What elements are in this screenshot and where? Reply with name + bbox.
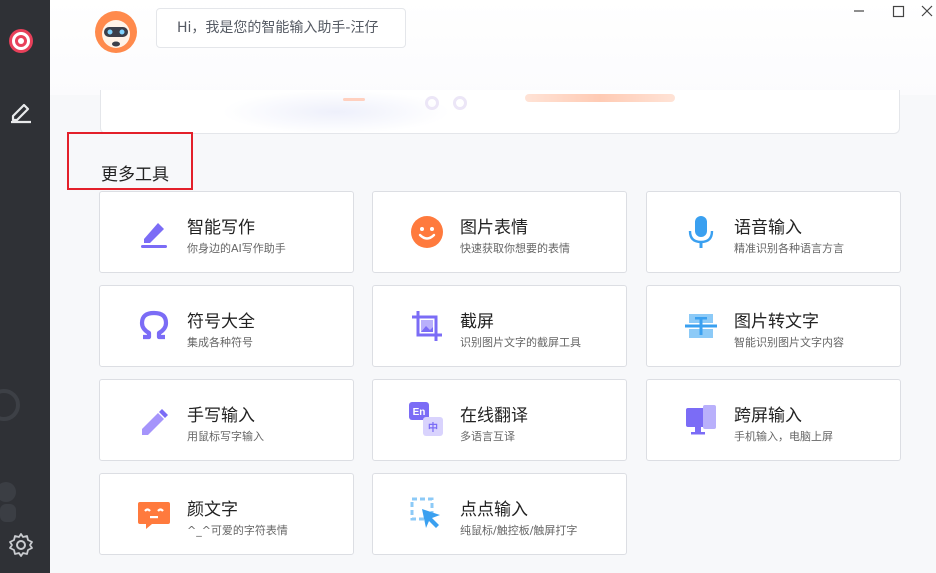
tool-title: 截屏 bbox=[460, 312, 494, 332]
tool-description: ^_^可爱的字符表情 bbox=[187, 524, 288, 537]
tool-card-voice-input[interactable]: 语音输入 精准识别各种语言方言 bbox=[646, 191, 901, 273]
mascot-avatar-icon[interactable] bbox=[94, 10, 138, 54]
emoticon-chat-icon bbox=[138, 502, 170, 529]
cross-screen-icon bbox=[686, 405, 716, 435]
greeting-bubble: Hi，我是您的智能输入助手-汪仔 bbox=[156, 8, 406, 48]
tool-description: 纯鼠标/触控板/触屏打字 bbox=[460, 524, 578, 537]
tool-description: 识别图片文字的截屏工具 bbox=[460, 336, 581, 349]
settings-gear-icon[interactable] bbox=[7, 531, 35, 559]
tool-description: 手机输入，电脑上屏 bbox=[734, 430, 833, 443]
banner-ring bbox=[425, 96, 439, 110]
tool-description: 用鼠标写字输入 bbox=[187, 430, 264, 443]
tool-description: 精准识别各种语言方言 bbox=[734, 242, 844, 255]
app-sidebar bbox=[0, 0, 50, 573]
tool-title: 手写输入 bbox=[187, 406, 255, 426]
tools-panel: Hi，我是您的智能输入助手-汪仔 更多工具 智能写作 你身边的AI写作助手 图片… bbox=[50, 0, 936, 573]
omega-symbol-icon bbox=[139, 310, 169, 340]
tool-description: 智能识别图片文字内容 bbox=[734, 336, 844, 349]
tool-card-image-emoji[interactable]: 图片表情 快速获取你想要的表情 bbox=[372, 191, 627, 273]
minimize-icon[interactable] bbox=[842, 0, 876, 22]
header-bar: Hi，我是您的智能输入助手-汪仔 bbox=[50, 0, 936, 95]
tool-title: 符号大全 bbox=[187, 312, 255, 332]
tool-title: 语音输入 bbox=[734, 218, 802, 238]
section-header-highlight: 更多工具 bbox=[67, 132, 193, 190]
sogou-logo-icon[interactable] bbox=[7, 27, 35, 55]
tool-description: 集成各种符号 bbox=[187, 336, 253, 349]
pen-write-icon bbox=[141, 223, 167, 248]
tool-card-smart-writing[interactable]: 智能写作 你身边的AI写作助手 bbox=[99, 191, 354, 273]
tool-card-cross-screen[interactable]: 跨屏输入 手机输入，电脑上屏 bbox=[646, 379, 901, 461]
tool-card-handwriting[interactable]: 手写输入 用鼠标写字输入 bbox=[99, 379, 354, 461]
tool-title: 在线翻译 bbox=[460, 406, 528, 426]
smiley-face-icon bbox=[411, 216, 443, 248]
banner-glow bbox=[221, 90, 451, 133]
translate-zh-label: 中 bbox=[428, 421, 438, 434]
tool-title: 智能写作 bbox=[187, 218, 255, 238]
image-to-text-icon bbox=[685, 314, 717, 338]
tool-title: 颜文字 bbox=[187, 500, 238, 520]
banner-ring bbox=[453, 96, 467, 110]
pencil-icon bbox=[142, 409, 168, 435]
translate-en-label: En bbox=[413, 407, 426, 418]
tool-title: 图片表情 bbox=[460, 218, 528, 238]
section-title: 更多工具 bbox=[101, 165, 169, 185]
translate-icon: En 中 bbox=[409, 402, 443, 436]
cursor-click-icon bbox=[410, 497, 440, 528]
screenshot-crop-icon bbox=[412, 311, 442, 341]
gear-shadow-icon bbox=[0, 389, 20, 421]
tool-description: 你身边的AI写作助手 bbox=[187, 242, 286, 255]
tool-card-emoticon[interactable]: 颜文字 ^_^可爱的字符表情 bbox=[99, 473, 354, 555]
tool-card-click-input[interactable]: 点点输入 纯鼠标/触控板/触屏打字 bbox=[372, 473, 627, 555]
tool-title: 点点输入 bbox=[460, 500, 528, 520]
banner-decoration bbox=[343, 98, 365, 101]
edit-pen-icon[interactable] bbox=[7, 96, 35, 124]
banner-decoration bbox=[525, 94, 675, 102]
tool-title: 跨屏输入 bbox=[734, 406, 802, 426]
user-shadow-icon bbox=[0, 482, 16, 522]
close-icon[interactable] bbox=[910, 0, 936, 22]
promo-banner[interactable] bbox=[100, 90, 900, 134]
tool-description: 多语言互译 bbox=[460, 430, 515, 443]
tool-card-image-to-text[interactable]: 图片转文字 智能识别图片文字内容 bbox=[646, 285, 901, 367]
tool-title: 图片转文字 bbox=[734, 312, 819, 332]
microphone-icon bbox=[688, 216, 714, 248]
tool-card-symbols[interactable]: 符号大全 集成各种符号 bbox=[99, 285, 354, 367]
tool-description: 快速获取你想要的表情 bbox=[460, 242, 570, 255]
tool-card-screenshot[interactable]: 截屏 识别图片文字的截屏工具 bbox=[372, 285, 627, 367]
tool-card-online-translate[interactable]: En 中 在线翻译 多语言互译 bbox=[372, 379, 627, 461]
